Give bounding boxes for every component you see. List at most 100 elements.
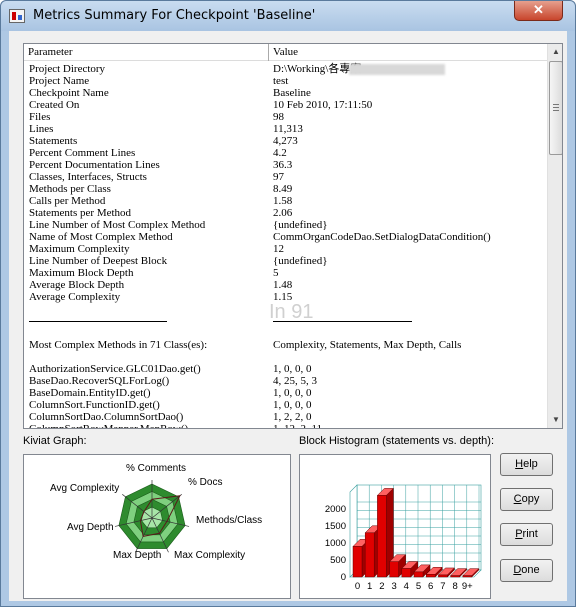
- table-row[interactable]: Average Block Depth 1.48: [24, 279, 547, 291]
- parameter-cell: ColumnSort.FunctionID.get(): [29, 399, 160, 411]
- print-button[interactable]: Print: [500, 523, 553, 546]
- method-row[interactable]: AuthorizationService.GLC01Dao.get() 1, 0,…: [24, 363, 547, 375]
- title-bar[interactable]: Metrics Summary For Checkpoint 'Baseline…: [1, 1, 575, 31]
- method-row[interactable]: ColumnSortRowMapper.MapRow() 1, 12, 2, 11: [24, 423, 547, 429]
- scroll-down-arrow-icon[interactable]: ▼: [548, 412, 562, 428]
- parameter-cell: Most Complex Methods in 71 Class(es):: [29, 339, 208, 351]
- table-row[interactable]: Calls per Method 1.58: [24, 195, 547, 207]
- value-cell: 12: [273, 243, 284, 255]
- value-cell: {undefined}: [273, 255, 328, 267]
- scroll-thumb[interactable]: [549, 61, 562, 155]
- column-header-parameter[interactable]: Parameter: [28, 46, 73, 58]
- histogram-x-tick-label: 2: [379, 581, 384, 592]
- table-row[interactable]: Maximum Complexity 12: [24, 243, 547, 255]
- value-cell: 11,313: [273, 123, 303, 135]
- table-row[interactable]: Statements 4,273: [24, 135, 547, 147]
- histogram-x-tick-label: 1: [367, 581, 372, 592]
- table-row[interactable]: Statements per Method 2.06: [24, 207, 547, 219]
- methods-heading-row[interactable]: Most Complex Methods in 71 Class(es): Com…: [24, 339, 547, 351]
- value-cell: 1.48: [273, 279, 293, 291]
- column-header-value[interactable]: Value: [273, 46, 298, 58]
- table-row[interactable]: Project Directory D:\Working\各專案: [24, 63, 547, 75]
- value-cell: 5: [273, 267, 279, 279]
- method-row[interactable]: ColumnSortDao.ColumnSortDao() 1, 2, 2, 0: [24, 411, 547, 423]
- parameter-cell: Line Number of Deepest Block: [29, 255, 168, 267]
- table-row[interactable]: Files 98: [24, 111, 547, 123]
- dialog-client-area: Parameter Value Project Directory D:\Work…: [9, 31, 567, 601]
- scroll-up-arrow-icon[interactable]: ▲: [548, 44, 562, 60]
- table-row[interactable]: Created On 10 Feb 2010, 17:11:50: [24, 99, 547, 111]
- histogram-panel: 0 500 1000 1500 2000 0 1 2 3 4 5 6 7 8 9+: [299, 454, 491, 599]
- table-row[interactable]: Checkpoint Name Baseline: [24, 87, 547, 99]
- histogram-x-tick-label: 3: [391, 581, 396, 592]
- table-row[interactable]: Methods per Class 8.49: [24, 183, 547, 195]
- table-row[interactable]: Project Name test: [24, 75, 547, 87]
- parameter-cell: Statements per Method: [29, 207, 132, 219]
- kiviat-axis-label: Avg Depth: [67, 522, 114, 533]
- value-cell: 1, 0, 0, 0: [273, 399, 312, 411]
- table-row[interactable]: Line Number of Deepest Block {undefined}: [24, 255, 547, 267]
- copy-button[interactable]: Copy: [500, 488, 553, 511]
- parameter-cell: Created On: [29, 99, 80, 111]
- histogram-y-tick-label: 1000: [325, 538, 346, 549]
- kiviat-graph-label: Kiviat Graph:: [23, 435, 87, 447]
- metrics-table[interactable]: Parameter Value Project Directory D:\Work…: [23, 43, 563, 429]
- method-row[interactable]: BaseDao.RecoverSQLForLog() 4, 25, 5, 3: [24, 375, 547, 387]
- kiviat-graph-panel: % Comments% Docs Methods/Class Max Complex…: [23, 454, 291, 599]
- table-row[interactable]: Line Number of Most Complex Method {undef…: [24, 219, 547, 231]
- value-cell: test: [273, 75, 289, 87]
- parameter-cell: Average Complexity: [29, 291, 121, 303]
- parameter-cell: Project Name: [29, 75, 90, 87]
- histogram-x-tick-label: 8: [452, 581, 457, 592]
- parameter-cell: Average Block Depth: [29, 279, 125, 291]
- kiviat-graph: % Comments% Docs Methods/Class Max Complex…: [50, 463, 262, 561]
- table-row[interactable]: Percent Comment Lines 4.2: [24, 147, 547, 159]
- metrics-summary-window: Metrics Summary For Checkpoint 'Baseline…: [0, 0, 576, 607]
- parameter-cell: Files: [29, 111, 51, 123]
- table-row[interactable]: Maximum Block Depth 5: [24, 267, 547, 279]
- vertical-scrollbar[interactable]: ▲ ▼: [547, 44, 562, 428]
- app-icon: [9, 9, 25, 23]
- histogram-x-tick-label: 0: [355, 581, 360, 592]
- parameter-cell: Name of Most Complex Method: [29, 231, 173, 243]
- parameter-cell: Line Number of Most Complex Method: [29, 219, 206, 231]
- value-cell: 36.3: [273, 159, 293, 171]
- done-button[interactable]: Done: [500, 559, 553, 582]
- parameter-cell: ColumnSortRowMapper.MapRow(): [29, 423, 189, 429]
- parameter-cell: Percent Comment Lines: [29, 147, 136, 159]
- value-cell: 98: [273, 111, 284, 123]
- histogram-label: Block Histogram (statements vs. depth):: [299, 435, 495, 447]
- kiviat-axis-label: Methods/Class: [196, 515, 262, 526]
- value-cell: Baseline: [273, 87, 311, 99]
- help-button[interactable]: Help: [500, 453, 553, 476]
- parameter-cell: Maximum Block Depth: [29, 267, 134, 279]
- histogram-y-tick-label: 0: [341, 572, 346, 583]
- table-row[interactable]: Classes, Interfaces, Structs 97: [24, 171, 547, 183]
- redacted-path: [349, 64, 445, 75]
- column-divider[interactable]: [268, 44, 269, 61]
- parameter-cell: Maximum Complexity: [29, 243, 130, 255]
- parameter-cell: Checkpoint Name: [29, 87, 109, 99]
- value-cell: Complexity, Statements, Max Depth, Calls: [273, 339, 462, 351]
- block-histogram: 05001000150020000 1 2 3 4 5 6 7 8 9+: [325, 484, 482, 592]
- value-cell: 4,273: [273, 135, 298, 147]
- value-cell: 1, 2, 2, 0: [273, 411, 312, 423]
- kiviat-axis-label: % Docs: [188, 477, 222, 488]
- close-button[interactable]: ✕: [514, 1, 563, 21]
- value-cell: 10 Feb 2010, 17:11:50: [273, 99, 373, 111]
- parameter-cell: ColumnSortDao.ColumnSortDao(): [29, 411, 184, 423]
- value-cell: CommOrganCodeDao.SetDialogDataCondition(…: [273, 231, 491, 243]
- table-row[interactable]: Lines 11,313: [24, 123, 547, 135]
- parameter-cell: Classes, Interfaces, Structs: [29, 171, 147, 183]
- histogram-x-tick-label: 5: [416, 581, 421, 592]
- value-cell: 1, 12, 2, 11: [273, 423, 323, 429]
- histogram-y-tick-label: 1500: [325, 521, 346, 532]
- method-row[interactable]: BaseDomain.EntityID.get() 1, 0, 0, 0: [24, 387, 547, 399]
- histogram-x-tick-label: 9+: [462, 581, 473, 592]
- table-row[interactable]: Name of Most Complex Method CommOrganCode…: [24, 231, 547, 243]
- method-row[interactable]: ColumnSort.FunctionID.get() 1, 0, 0, 0: [24, 399, 547, 411]
- watermark-text: In 91: [269, 301, 314, 323]
- table-header: Parameter Value: [24, 44, 547, 61]
- value-cell: 1.58: [273, 195, 293, 207]
- table-row[interactable]: Percent Documentation Lines 36.3: [24, 159, 547, 171]
